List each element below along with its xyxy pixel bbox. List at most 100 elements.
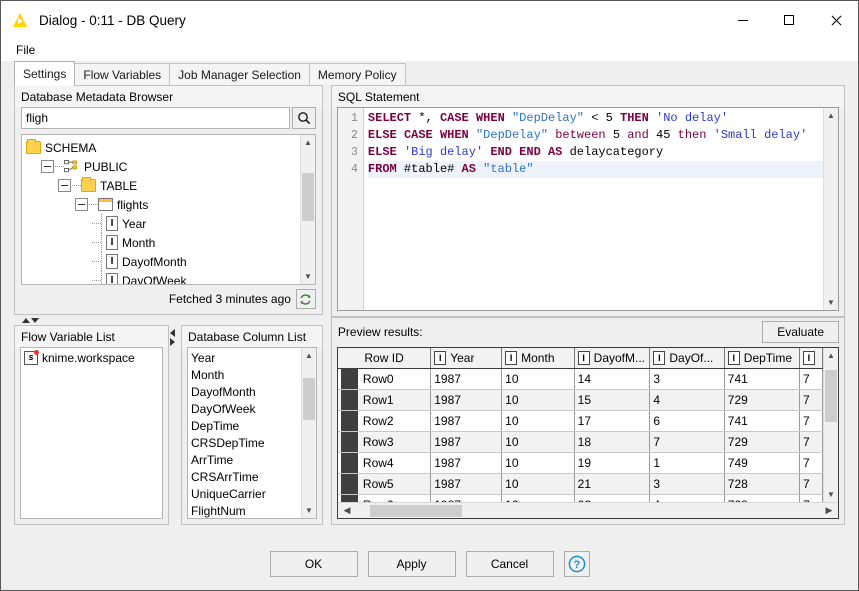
table-row[interactable]: Row21987101767417 [338,411,823,432]
tree-expander-icon[interactable] [75,198,88,211]
tree-expander-icon[interactable] [58,179,71,192]
sql-editor[interactable]: 1234 SELECT *, CASE WHEN "DepDelay" < 5 … [337,107,839,311]
database-column-item[interactable]: Month [188,366,301,383]
scrollbar-thumb[interactable] [303,378,315,420]
sql-code-area[interactable]: SELECT *, CASE WHEN "DepDelay" < 5 THEN … [364,108,823,310]
scroll-up-icon[interactable]: ▲ [824,108,838,123]
preview-table-scroll-area[interactable]: Row IDIYearIMonthIDayofM...IDayOf...IDep… [338,348,823,502]
tree-expander-icon[interactable] [41,160,54,173]
splitter-left-icon[interactable] [170,329,175,337]
database-metadata-browser: Database Metadata Browser SCHEMAPUBLICTA… [14,85,323,315]
close-button[interactable] [812,1,858,39]
table-row[interactable]: Row51987102137287 [338,474,823,495]
metadata-tree[interactable]: SCHEMAPUBLICTABLEflightsIYearIMonthIDayo… [22,135,300,284]
database-column-item[interactable]: FlightNum [188,502,301,519]
database-column-item[interactable]: ArrTime [188,451,301,468]
metadata-tree-scrollbar[interactable]: ▲ ▼ [300,135,315,284]
integer-icon: I [578,351,590,365]
table-row[interactable]: Row41987101917497 [338,453,823,474]
vertical-splitter[interactable] [169,325,176,525]
table-row[interactable]: Row11987101547297 [338,390,823,411]
table-cell: 22 [574,495,650,502]
table-row[interactable]: Row01987101437417 [338,369,823,390]
database-column-item[interactable]: DayOfWeek [188,400,301,417]
tree-node-flights[interactable]: flights [22,195,300,214]
splitter-right-icon[interactable] [170,338,175,346]
database-column-item[interactable]: DepTime [188,417,301,434]
metadata-search-button[interactable] [292,107,316,129]
metadata-search-input[interactable] [21,107,290,129]
database-column-list-body[interactable]: YearMonthDayofMonthDayOfWeekDepTimeCRSDe… [187,347,317,519]
apply-button[interactable]: Apply [368,551,456,577]
table-cell: 729 [724,432,799,453]
table-row[interactable]: Row61987102247287 [338,495,823,502]
tree-node-schema[interactable]: SCHEMA [22,138,300,157]
refresh-metadata-button[interactable] [296,289,316,309]
hscrollbar-thumb[interactable] [370,505,462,517]
help-button[interactable]: ? [564,551,590,577]
row-id-cell: Row1 [338,390,431,411]
tree-node-table[interactable]: TABLE [22,176,300,195]
tree-node-public[interactable]: PUBLIC [22,157,300,176]
row-color-swatch [341,390,358,410]
database-column-item[interactable]: DayofMonth [188,383,301,400]
sql-editor-scrollbar[interactable]: ▲ ▼ [823,108,838,310]
tree-node-month[interactable]: IMonth [22,233,300,252]
column-header-month[interactable]: IMonth [502,348,575,369]
evaluate-button[interactable]: Evaluate [762,321,839,343]
scrollbar-thumb[interactable] [825,370,837,422]
right-column: SQL Statement 1234 SELECT *, CASE WHEN "… [331,85,845,525]
tree-node-dayofweek[interactable]: IDayOfWeek [22,271,300,284]
database-column-item[interactable]: CRSDepTime [188,434,301,451]
flow-variable-label: knime.workspace [42,351,135,365]
column-int-icon: I [106,235,118,250]
column-header-dayofm[interactable]: IDayofM... [574,348,650,369]
dialog-window: Dialog - 0:11 - DB Query File Settings F… [0,0,859,591]
database-column-list-scrollbar[interactable]: ▲ ▼ [301,348,316,518]
tab-memory-policy[interactable]: Memory Policy [309,63,406,85]
column-header[interactable]: I [799,348,822,369]
column-header-dayof[interactable]: IDayOf... [650,348,724,369]
preview-table-hscrollbar[interactable]: ◀ ▶ [338,502,838,518]
cancel-button[interactable]: Cancel [466,551,554,577]
scroll-down-icon[interactable]: ▼ [301,269,315,284]
scroll-up-icon[interactable]: ▲ [302,348,316,363]
tab-flow-variables[interactable]: Flow Variables [74,63,170,85]
menu-file[interactable]: File [11,41,40,59]
flow-variable-item[interactable]: sknime.workspace [21,349,162,366]
ok-button[interactable]: OK [270,551,358,577]
horizontal-splitter[interactable] [14,315,323,325]
tree-connector [101,271,102,284]
column-header-deptime[interactable]: IDepTime [724,348,799,369]
scroll-down-icon[interactable]: ▼ [824,295,838,310]
scroll-right-icon[interactable]: ▶ [820,505,838,516]
scroll-left-icon[interactable]: ◀ [338,505,356,516]
maximize-button[interactable] [766,1,812,39]
minimize-button[interactable] [720,1,766,39]
scrollbar-thumb[interactable] [302,173,314,221]
column-header-year[interactable]: IYear [431,348,502,369]
tree-node-year[interactable]: IYear [22,214,300,233]
tab-settings[interactable]: Settings [14,61,75,85]
splitter-down-icon[interactable] [31,318,39,323]
scroll-down-icon[interactable]: ▼ [302,503,316,518]
table-row[interactable]: Row31987101877297 [338,432,823,453]
scroll-down-icon[interactable]: ▼ [824,487,838,502]
splitter-up-icon[interactable] [22,318,30,323]
database-column-item[interactable]: Year [188,349,301,366]
hscrollbar-track[interactable] [356,504,820,518]
database-column-item[interactable]: CRSArrTime [188,468,301,485]
column-int-icon: I [106,216,118,231]
column-header-row-id[interactable]: Row ID [338,348,431,369]
database-column-item[interactable]: UniqueCarrier [188,485,301,502]
preview-table-vscrollbar[interactable]: ▲ ▼ [823,348,838,502]
preview-table[interactable]: Row IDIYearIMonthIDayofM...IDayOf...IDep… [338,348,823,502]
scroll-up-icon[interactable]: ▲ [824,348,838,363]
tab-job-manager-selection[interactable]: Job Manager Selection [169,63,310,85]
database-column-list-title: Database Column List [182,326,322,347]
column-header-label: Month [521,351,554,365]
flow-variable-list-body[interactable]: sknime.workspace [20,347,163,519]
tree-node-dayofmonth[interactable]: IDayofMonth [22,252,300,271]
scroll-up-icon[interactable]: ▲ [301,135,315,150]
metadata-browser-title: Database Metadata Browser [15,86,322,107]
